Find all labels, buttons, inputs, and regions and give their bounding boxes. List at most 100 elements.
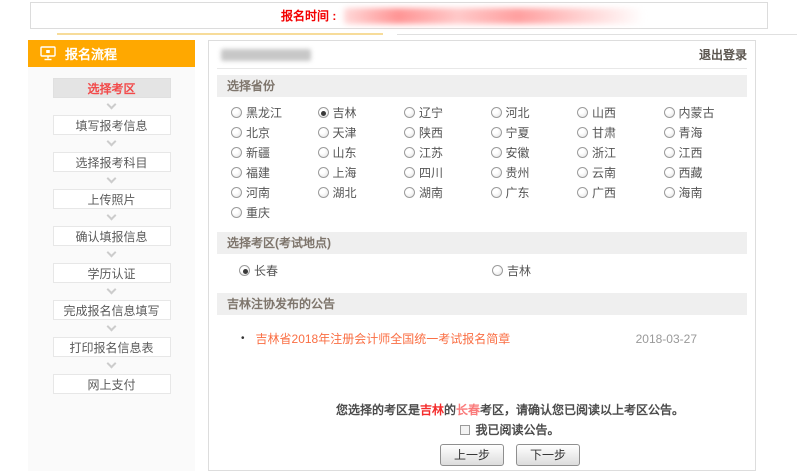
chevron-down-icon [107,100,117,110]
province-radio-option[interactable]: 重庆 [231,204,318,221]
radio-icon[interactable] [318,167,329,178]
sidebar-step[interactable]: 选择考区 [53,78,171,98]
province-radio-option[interactable]: 甘肃 [577,124,664,141]
province-radio-option[interactable]: 山西 [577,104,664,121]
sidebar-step[interactable]: 网上支付 [53,374,171,394]
radio-icon[interactable] [318,127,329,138]
province-radio-option[interactable]: 宁夏 [491,124,578,141]
radio-icon[interactable] [231,107,242,118]
province-radio-option[interactable]: 内蒙古 [664,104,751,121]
province-radio-option[interactable]: 贵州 [491,164,578,181]
radio-icon[interactable] [318,107,329,118]
sidebar-step-wrap: 打印报名信息表 [53,337,171,374]
province-label: 海南 [679,184,703,201]
radio-icon[interactable] [231,147,242,158]
username-redacted-blur [221,49,311,61]
sidebar-step[interactable]: 上传照片 [53,189,171,209]
radio-icon[interactable] [231,207,242,218]
sidebar-step-wrap: 上传照片 [53,189,171,226]
province-label: 山东 [333,144,357,161]
radio-icon[interactable] [318,187,329,198]
radio-icon[interactable] [492,265,503,276]
logout-link[interactable]: 退出登录 [699,46,747,63]
radio-icon[interactable] [318,147,329,158]
province-radio-option[interactable]: 广东 [491,184,578,201]
radio-icon[interactable] [664,147,675,158]
province-radio-option[interactable]: 陕西 [404,124,491,141]
sidebar-step[interactable]: 确认填报信息 [53,226,171,246]
radio-icon[interactable] [664,167,675,178]
province-radio-option[interactable]: 西藏 [664,164,751,181]
radio-icon[interactable] [491,167,502,178]
notice-link[interactable]: 吉林省2018年注册会计师全国统一考试报名简章 [256,330,511,347]
sidebar-step-label: 填写报考信息 [75,119,147,133]
radio-icon[interactable] [404,107,415,118]
province-radio-option[interactable]: 辽宁 [404,104,491,121]
radio-icon[interactable] [239,265,250,276]
province-label: 安徽 [506,144,530,161]
radio-icon[interactable] [404,127,415,138]
radio-icon[interactable] [664,187,675,198]
radio-icon[interactable] [577,147,588,158]
province-label: 辽宁 [419,104,443,121]
province-radio-option[interactable]: 福建 [231,164,318,181]
province-radio-option[interactable]: 云南 [577,164,664,181]
province-radio-option[interactable]: 广西 [577,184,664,201]
radio-icon[interactable] [231,187,242,198]
radio-icon[interactable] [404,147,415,158]
sidebar-step[interactable]: 学历认证 [53,263,171,283]
sidebar-step[interactable]: 打印报名信息表 [53,337,171,357]
province-label: 重庆 [246,204,270,221]
notice-item: • 吉林省2018年注册会计师全国统一考试报名简章 2018-03-27 [209,315,755,347]
radio-icon[interactable] [491,187,502,198]
sidebar-step-label: 选择考区 [87,82,135,96]
prev-step-button[interactable]: 上一步 [440,444,504,466]
radio-icon[interactable] [577,107,588,118]
province-radio-option[interactable]: 浙江 [577,144,664,161]
next-step-button[interactable]: 下一步 [516,444,580,466]
sidebar-step-label: 选择报考科目 [75,156,147,170]
province-label: 上海 [333,164,357,181]
area-radio-option[interactable]: 吉林 [492,262,745,279]
radio-icon[interactable] [491,107,502,118]
province-radio-option[interactable]: 黑龙江 [231,104,318,121]
province-radio-option[interactable]: 安徽 [491,144,578,161]
province-radio-option[interactable]: 天津 [318,124,405,141]
sidebar-step[interactable]: 填写报考信息 [53,115,171,135]
province-radio-option[interactable]: 青海 [664,124,751,141]
chevron-down-icon [107,322,117,332]
radio-icon[interactable] [404,167,415,178]
province-section-header: 选择省份 [217,75,747,97]
agree-checkbox[interactable] [460,425,470,435]
radio-icon[interactable] [231,127,242,138]
area-radio-option[interactable]: 长春 [239,262,492,279]
radio-icon[interactable] [577,187,588,198]
agree-row[interactable]: 我已阅读公告。 [265,421,755,438]
radio-icon[interactable] [664,127,675,138]
province-radio-option[interactable]: 北京 [231,124,318,141]
province-radio-option[interactable]: 河南 [231,184,318,201]
province-radio-option[interactable]: 海南 [664,184,751,201]
province-radio-option[interactable]: 新疆 [231,144,318,161]
province-radio-option[interactable]: 山东 [318,144,405,161]
province-radio-option[interactable]: 江西 [664,144,751,161]
province-radio-option[interactable]: 吉林 [318,104,405,121]
radio-icon[interactable] [491,147,502,158]
sidebar-step[interactable]: 选择报考科目 [53,152,171,172]
radio-icon[interactable] [577,167,588,178]
province-label: 宁夏 [506,124,530,141]
province-radio-option[interactable]: 江苏 [404,144,491,161]
province-radio-option[interactable]: 上海 [318,164,405,181]
radio-icon[interactable] [491,127,502,138]
radio-icon[interactable] [404,187,415,198]
radio-icon[interactable] [231,167,242,178]
radio-icon[interactable] [577,127,588,138]
province-radio-option[interactable]: 河北 [491,104,578,121]
province-label: 广东 [506,184,530,201]
province-radio-option[interactable]: 四川 [404,164,491,181]
sidebar-step[interactable]: 完成报名信息填写 [53,300,171,320]
radio-icon[interactable] [664,107,675,118]
province-radio-option[interactable]: 湖南 [404,184,491,201]
province-radio-option[interactable]: 湖北 [318,184,405,201]
province-label: 云南 [592,164,616,181]
